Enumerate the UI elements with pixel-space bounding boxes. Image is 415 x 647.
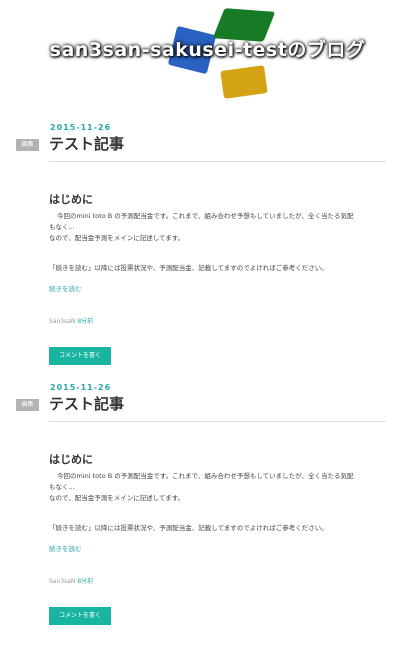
title-divider: [49, 161, 386, 162]
edit-button[interactable]: 編集: [16, 399, 39, 411]
author-name[interactable]: San3saN: [49, 318, 75, 325]
title-divider: [49, 421, 386, 422]
time-ago-link[interactable]: 8分前: [77, 318, 93, 325]
read-more-link[interactable]: 続きを読む: [49, 283, 82, 293]
section-heading: はじめに: [49, 193, 93, 206]
entry-paragraph: 今回のmini toto B の予測配当金です。これまで、組み合わせ予想もしてい…: [49, 472, 354, 502]
read-more-link[interactable]: 続きを読む: [49, 543, 82, 553]
write-comment-button[interactable]: コメントを書く: [49, 607, 111, 625]
entry-title[interactable]: テスト記事: [49, 393, 124, 414]
entry-date[interactable]: 2015-11-26: [50, 123, 111, 132]
edit-button[interactable]: 編集: [16, 139, 39, 151]
entry-paragraph: 「続きを読む」以降には投票状況や、予測配当金、記載してますのでよければご参考くだ…: [49, 524, 328, 532]
blog-title[interactable]: san3san-sakusei-testのブログ: [0, 35, 415, 62]
entry-meta: San3saN 8分前: [49, 576, 93, 585]
logo-yellow-tile: [220, 65, 268, 99]
entry-paragraph: 今回のmini toto B の予測配当金です。これまで、組み合わせ予想もしてい…: [49, 212, 354, 242]
section-heading: はじめに: [49, 453, 93, 466]
entry-paragraph: 「続きを読む」以降には投票状況や、予測配当金、記載してますのでよければご参考くだ…: [49, 264, 328, 272]
entry-date[interactable]: 2015-11-26: [50, 383, 111, 392]
entry-meta: San3saN 8分前: [49, 316, 93, 325]
time-ago-link[interactable]: 8分前: [77, 578, 93, 585]
entry-title[interactable]: テスト記事: [49, 133, 124, 154]
author-name[interactable]: San3saN: [49, 578, 75, 585]
blog-header: san3san-sakusei-testのブログ: [0, 0, 415, 100]
write-comment-button[interactable]: コメントを書く: [49, 347, 111, 365]
